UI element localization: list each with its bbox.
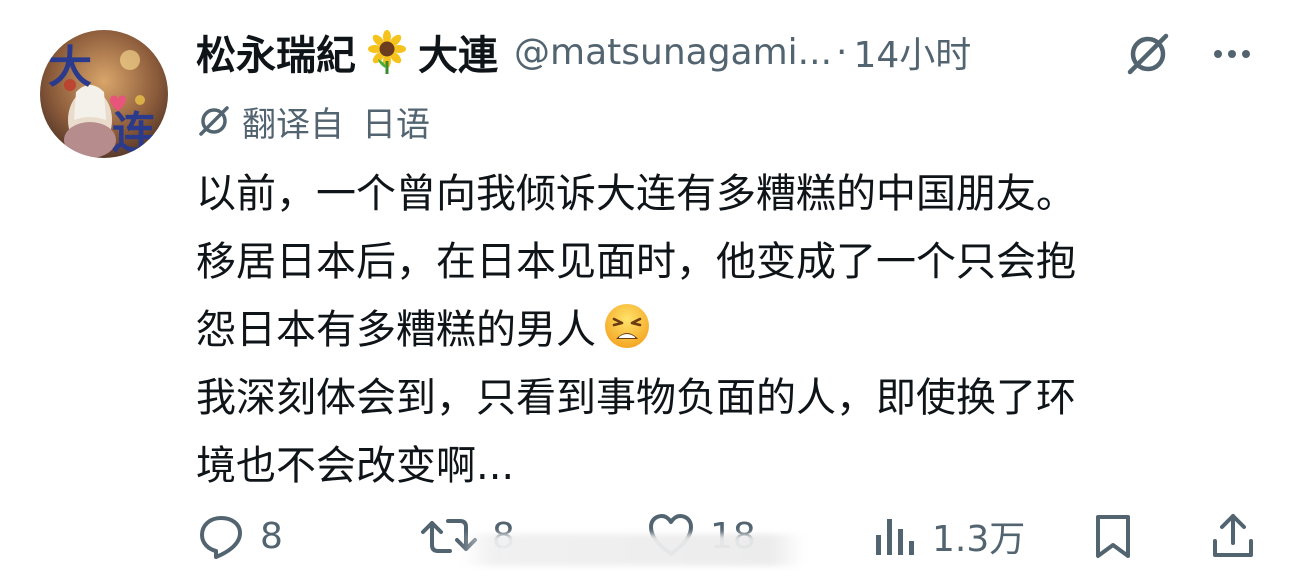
tweet-line: 境也不会改变啊... bbox=[196, 443, 515, 489]
reply-icon bbox=[200, 516, 242, 559]
tweet-header: 松永瑞紀 大連 @matsunagami... · 14小时 bbox=[196, 22, 1266, 82]
tweet-line: 移居日本后，在日本见面时，他变成了一个只会抱 bbox=[196, 239, 1076, 285]
views-button[interactable]: 1.3万 bbox=[872, 505, 1025, 567]
more-icon[interactable] bbox=[1206, 28, 1258, 80]
tweet-line: 怨日本有多糟糕的男人 bbox=[196, 296, 1271, 364]
grok-icon[interactable] bbox=[1122, 28, 1174, 80]
avatar[interactable]: 大 连 bbox=[40, 30, 168, 158]
svg-text:大: 大 bbox=[48, 42, 92, 93]
tweet-line: 以前，一个曾向我倾诉大连有多糟糕的中国朋友。 bbox=[196, 171, 1076, 217]
blurred-overlay bbox=[460, 534, 805, 566]
user-handle[interactable]: @matsunagami... bbox=[514, 32, 832, 73]
display-name[interactable]: 松永瑞紀 bbox=[196, 23, 356, 81]
tweet-line-text: 怨日本有多糟糕的男人 bbox=[196, 307, 596, 353]
sunflower-emoji bbox=[368, 30, 406, 74]
display-name-suffix[interactable]: 大連 bbox=[418, 23, 498, 81]
views-count: 1.3万 bbox=[932, 519, 1026, 560]
tweet-text: 以前，一个曾向我倾诉大连有多糟糕的中国朋友。 移居日本后，在日本见面时，他变成了… bbox=[196, 160, 1271, 500]
avatar-image: 大 连 bbox=[40, 30, 168, 158]
reply-count: 8 bbox=[260, 515, 283, 557]
tweet-line: 我深刻体会到，只看到事物负面的人，即使换了环 bbox=[196, 375, 1076, 421]
translate-icon bbox=[199, 106, 229, 136]
translation-label: 翻译自 bbox=[242, 104, 344, 145]
bookmark-icon bbox=[1096, 515, 1130, 558]
bookmark-button[interactable] bbox=[1090, 505, 1136, 567]
svg-text:连: 连 bbox=[112, 108, 156, 158]
timestamp[interactable]: 14小时 bbox=[853, 26, 971, 78]
reply-button[interactable]: 8 bbox=[196, 505, 283, 567]
weary-face-emoji bbox=[605, 304, 649, 348]
separator-dot: · bbox=[836, 31, 848, 73]
share-icon bbox=[1213, 514, 1253, 557]
views-icon bbox=[876, 519, 914, 555]
translation-language: 日语 bbox=[362, 104, 430, 145]
share-button[interactable] bbox=[1208, 505, 1258, 567]
translation-notice[interactable]: 翻译自 日语 bbox=[196, 98, 430, 145]
